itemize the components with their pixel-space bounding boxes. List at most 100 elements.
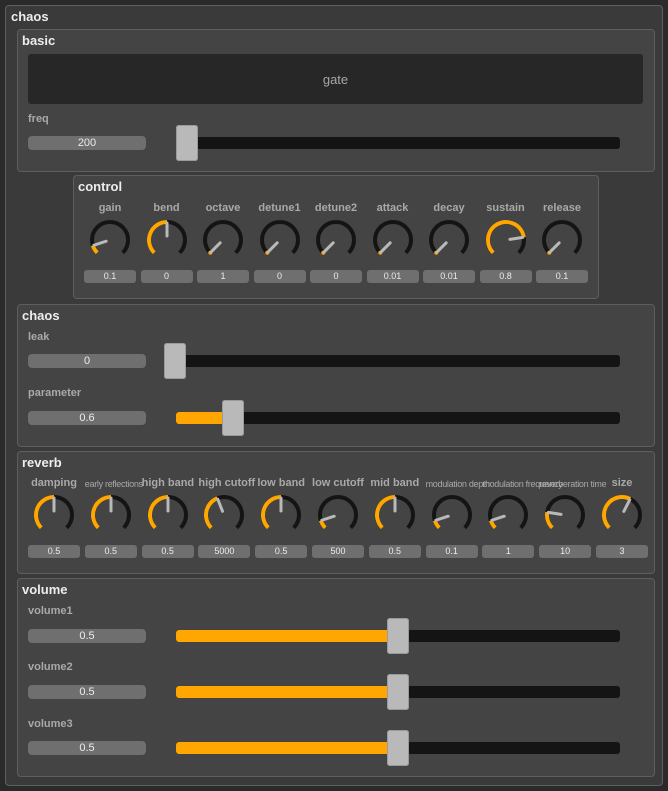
reverb-knob-modulation-frequency[interactable]: modulation frequency 1 [482, 477, 563, 561]
reverb-knob-mid-band[interactable]: mid band 0.5 [368, 477, 421, 561]
basic-title: basic [22, 33, 56, 48]
knob-value-input[interactable]: 5000 [198, 545, 251, 558]
parameter-number-input[interactable]: 0.6 [28, 411, 146, 425]
knob-dial[interactable] [145, 492, 191, 538]
knob-dial[interactable] [258, 492, 304, 538]
knob-value-input[interactable]: 1 [197, 270, 249, 283]
knob-fill [545, 511, 554, 530]
slider-thumb[interactable] [222, 400, 245, 436]
knob-value-input[interactable]: 0.5 [84, 545, 137, 558]
freq-slider[interactable] [176, 125, 620, 161]
knob-label: size [611, 477, 633, 489]
knob-dial[interactable] [370, 217, 416, 263]
knob-value-input[interactable]: 0.5 [141, 545, 194, 558]
knob-dial[interactable] [87, 217, 133, 263]
volume3-slider[interactable] [176, 730, 620, 766]
reverb-knob-low-cutoff[interactable]: low cutoff 500 [312, 477, 364, 561]
knob-track [372, 220, 413, 255]
knob-pointer [209, 241, 222, 254]
knob-value-input[interactable]: 3 [596, 545, 648, 558]
knob-pointer [216, 497, 225, 513]
reverb-knob-early-reflections[interactable]: early reflections 0.5 [84, 477, 143, 561]
slider-thumb[interactable] [164, 343, 186, 379]
knob-value-input[interactable]: 0.1 [536, 270, 588, 283]
knob-label: modulation frequency [482, 479, 563, 489]
freq-number-input[interactable]: 200 [28, 136, 146, 150]
knob-value-input[interactable]: 0.5 [368, 545, 421, 558]
knob-value-input[interactable]: 0.1 [425, 545, 478, 558]
knob-dial[interactable] [31, 492, 77, 538]
knob-dial[interactable] [313, 217, 359, 263]
knob-label: attack [376, 202, 409, 214]
control-knob-detune2[interactable]: detune2 0 [310, 202, 362, 286]
knob-label: decay [433, 202, 465, 214]
control-knob-octave[interactable]: octave 1 [197, 202, 249, 286]
gate-button[interactable]: gate [28, 54, 643, 104]
volume1-number-input[interactable]: 0.5 [28, 629, 146, 643]
knob-value-input[interactable]: 500 [312, 545, 364, 558]
knob-dial[interactable] [539, 217, 585, 263]
knob-value-input[interactable]: 0 [310, 270, 362, 283]
control-knob-bend[interactable]: bend 0 [140, 202, 193, 286]
reverb-knob-high-cutoff[interactable]: high cutoff 5000 [198, 477, 255, 561]
control-knob-sustain[interactable]: sustain 0.8 [479, 202, 532, 286]
leak-number-input[interactable]: 0 [28, 354, 146, 368]
knob-value-input[interactable]: 0 [140, 270, 193, 283]
knob-dial[interactable] [315, 492, 361, 538]
knob-track [431, 495, 472, 530]
knob-value-input[interactable]: 0.01 [366, 270, 419, 283]
parameter-slider[interactable] [176, 400, 620, 436]
volume2-number-input[interactable]: 0.5 [28, 685, 146, 699]
slider-thumb[interactable] [176, 125, 198, 161]
control-knob-detune1[interactable]: detune1 0 [253, 202, 306, 286]
knob-label: reverberation time [539, 479, 607, 489]
knob-label: mid band [370, 477, 420, 489]
knob-value-input[interactable]: 0.5 [28, 545, 80, 558]
knob-dial[interactable] [485, 492, 531, 538]
knob-dial[interactable] [144, 217, 190, 263]
knob-dial[interactable] [257, 217, 303, 263]
reverb-knob-high-band[interactable]: high band 0.5 [141, 477, 194, 561]
slider-track[interactable] [176, 137, 620, 149]
knob-dial[interactable] [201, 492, 247, 538]
reverb-knob-size[interactable]: size 3 [596, 477, 648, 561]
knob-dial[interactable] [88, 492, 134, 538]
reverb-title: reverb [22, 455, 62, 470]
slider-thumb[interactable] [387, 674, 409, 710]
knob-track [318, 495, 358, 530]
leak-slider[interactable] [164, 343, 620, 379]
control-knob-decay[interactable]: decay 0.01 [423, 202, 475, 286]
volume3-number-input[interactable]: 0.5 [28, 741, 146, 755]
slider-track[interactable] [164, 355, 620, 367]
slider-thumb[interactable] [387, 618, 409, 654]
control-knob-release[interactable]: release 0.1 [536, 202, 588, 286]
knob-value-input[interactable]: 0.01 [423, 270, 475, 283]
knob-dial[interactable] [542, 492, 588, 538]
knob-dial[interactable] [200, 217, 246, 263]
knob-value-input[interactable]: 0.1 [84, 270, 136, 283]
reverb-knob-damping[interactable]: damping 0.5 [28, 477, 80, 561]
knob-value-input[interactable]: 0.5 [255, 545, 308, 558]
knob-value-input[interactable]: 0 [253, 270, 306, 283]
knob-pointer [507, 235, 524, 241]
knob-dial[interactable] [429, 492, 475, 538]
knob-label: low cutoff [312, 477, 364, 489]
knob-pointer [320, 514, 336, 522]
knob-dial[interactable] [599, 492, 645, 538]
volume1-slider[interactable] [176, 618, 620, 654]
control-knob-gain[interactable]: gain 0.1 [84, 202, 136, 286]
slider-thumb[interactable] [387, 730, 409, 766]
knob-dial[interactable] [483, 217, 529, 263]
knob-label: gain [98, 202, 122, 214]
knob-value-input[interactable]: 1 [482, 545, 535, 558]
reverb-knob-reverberation-time[interactable]: reverberation time 10 [539, 477, 607, 561]
reverb-knob-low-band[interactable]: low band 0.5 [255, 477, 308, 561]
knob-value-input[interactable]: 10 [539, 545, 592, 558]
control-knob-attack[interactable]: attack 0.01 [366, 202, 419, 286]
knob-value-input[interactable]: 0.8 [479, 270, 532, 283]
knob-dial[interactable] [426, 217, 472, 263]
knob-label: sustain [486, 202, 525, 214]
knob-dial[interactable] [372, 492, 418, 538]
reverb-knob-modulation-depth[interactable]: modulation depth 0.1 [425, 477, 490, 561]
volume2-slider[interactable] [176, 674, 620, 710]
